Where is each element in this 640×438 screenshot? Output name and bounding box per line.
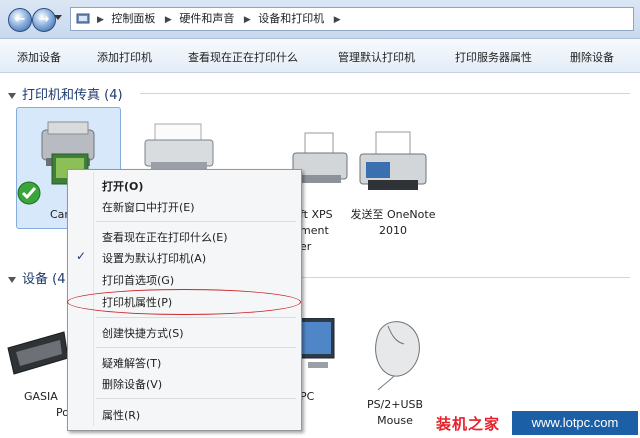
device-pc-label: -PC [296,390,315,403]
device-keyboard[interactable] [2,318,72,383]
menu-item-printing-preferences[interactable]: 打印首选项(G) [102,272,174,288]
printer-icon [359,131,427,190]
watermark-url: www.lotpc.com [512,411,638,435]
menu-item-troubleshoot[interactable]: 疑难解答(T) [102,355,161,371]
breadcrumb-separator-icon[interactable]: ▶ [244,15,251,25]
menu-separator [96,398,296,399]
printer-onenote[interactable]: 发送至 OneNote 2010 [338,122,448,239]
keyboard-icon [7,331,69,375]
devices-group-header[interactable]: 设备 (4 [8,268,65,287]
breadcrumb-separator-icon[interactable]: ▶ [165,15,172,25]
device-label-line: GASIA [24,390,58,403]
menu-item-set-default-printer[interactable]: 设置为默认打印机(A) [102,250,206,266]
menu-item-properties[interactable]: 属性(R) [102,407,140,423]
breadcrumb: ▶ 控制面板 ▶ 硬件和声音 ▶ 设备和打印机 ▶ [95,8,345,30]
group-divider [300,277,630,278]
devices-group-title: 设备 (4 [22,272,66,287]
breadcrumb-devices-printers[interactable]: 设备和打印机 [258,12,324,25]
menu-separator [96,347,296,348]
menu-item-open[interactable]: 打开(O) [102,178,143,194]
breadcrumb-separator-icon: ▶ [97,15,104,25]
printers-group-header[interactable]: 打印机和传真 (4) [8,84,123,103]
watermark-text: 装机之家 [436,415,501,433]
printer-label-line: er [300,240,312,253]
forward-arrow-icon: → [38,12,50,27]
remove-device-button[interactable]: 删除设备 [570,49,614,65]
forward-button[interactable]: → [32,8,56,32]
device-keyboard-label: GASIA Po [24,389,69,421]
device-label-line: Mouse [377,414,413,427]
breadcrumb-separator-icon[interactable]: ▶ [334,15,341,25]
breadcrumb-hardware-sound[interactable]: 硬件和声音 [179,12,234,25]
menu-item-see-whats-printing[interactable]: 查看现在正在打印什么(E) [102,229,228,245]
default-printer-check-icon [17,181,41,205]
menu-separator [96,317,296,318]
menu-item-create-shortcut[interactable]: 创建快捷方式(S) [102,325,184,341]
device-label-line: Po [56,406,69,419]
menu-item-remove-device[interactable]: 删除设备(V) [102,376,162,392]
group-divider [140,93,630,94]
add-device-button[interactable]: 添加设备 [17,49,61,65]
see-whats-printing-button[interactable]: 查看现在正在打印什么 [188,49,298,65]
highlight-ellipse [67,289,301,315]
breadcrumb-control-panel[interactable]: 控制面板 [111,12,155,25]
back-button[interactable]: ← [8,8,32,32]
collapse-arrow-icon [8,92,16,99]
address-bar: ← → ▶ 控制面板 ▶ 硬件和声音 ▶ 设备和打印机 ▶ [0,0,640,39]
command-toolbar: 添加设备 添加打印机 查看现在正在打印什么 管理默认打印机 打印服务器属性 删除… [0,39,640,73]
manage-default-printer-button[interactable]: 管理默认打印机 [338,49,415,65]
device-label-line: PS/2+USB [366,398,424,411]
recent-pages-dropdown-icon[interactable] [54,15,62,20]
menu-separator [96,221,296,222]
print-server-properties-button[interactable]: 打印服务器属性 [455,49,532,65]
monitor-icon [297,317,335,368]
printer-label-line: 2010 [379,224,407,237]
device-mouse[interactable]: PS/2+USB Mouse [355,312,435,429]
mouse-icon [375,321,420,391]
device-pc[interactable] [296,317,340,383]
site-watermark: 装机之家 www.lotpc.com [434,408,640,438]
menu-item-open-new-window[interactable]: 在新窗口中打开(E) [102,199,195,215]
control-panel-icon [76,13,90,24]
printer-label-line: 发送至 OneNote [350,208,436,221]
printers-group-title: 打印机和传真 (4) [22,88,123,103]
add-printer-button[interactable]: 添加打印机 [97,49,152,65]
collapse-arrow-icon [8,276,16,283]
back-arrow-icon: ← [14,12,26,27]
address-field[interactable]: ▶ 控制面板 ▶ 硬件和声音 ▶ 设备和打印机 ▶ [70,7,634,31]
checkmark-icon: ✓ [76,249,87,263]
